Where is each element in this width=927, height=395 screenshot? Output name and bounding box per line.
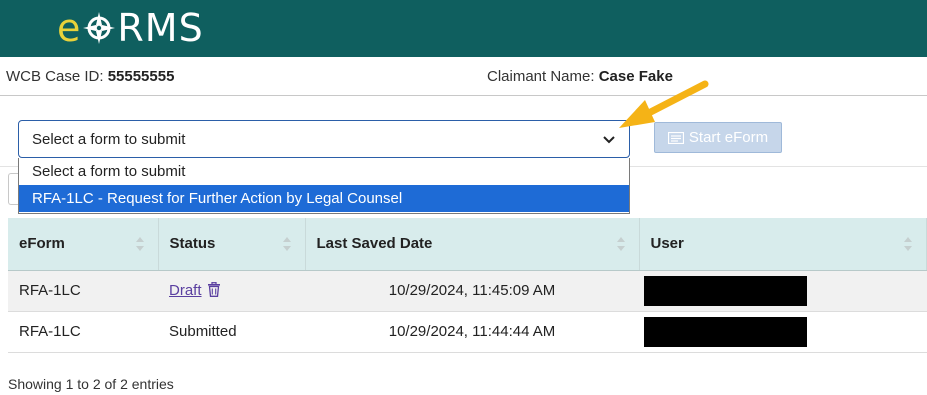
col-header-last-saved[interactable]: Last Saved Date xyxy=(305,218,640,271)
sort-icon xyxy=(135,237,144,251)
cell-eform: RFA-1LC xyxy=(8,311,158,353)
case-id-label: WCB Case ID: xyxy=(6,68,104,85)
trash-icon[interactable] xyxy=(207,282,221,297)
eforms-logo: e RMS xyxy=(57,6,204,50)
compass-icon xyxy=(83,12,116,44)
form-select-value: Select a form to submit xyxy=(32,131,186,148)
redacted-user xyxy=(644,316,807,347)
table-row: RFA-1LC Draft 10/29/2024, 11:45:09 AM xyxy=(8,270,927,312)
col-user-label: User xyxy=(650,235,684,253)
col-eform-label: eForm xyxy=(19,235,65,253)
case-id-value: 55555555 xyxy=(107,68,175,85)
sort-icon xyxy=(904,237,912,251)
app-header: e RMS xyxy=(0,0,927,57)
table-header-row: eForm Status Last Saved Date User xyxy=(8,218,927,271)
sort-icon xyxy=(282,237,291,251)
cell-user xyxy=(639,270,927,312)
form-select[interactable]: Select a form to submit xyxy=(18,120,630,158)
cell-eform: RFA-1LC xyxy=(8,270,158,312)
claimant-label: Claimant Name: xyxy=(487,68,595,85)
form-option-rfa-1lc[interactable]: RFA-1LC - Request for Further Action by … xyxy=(19,185,629,212)
draft-link[interactable]: Draft xyxy=(169,282,202,299)
cell-last-saved: 10/29/2024, 11:44:44 AM xyxy=(305,311,639,353)
col-header-eform[interactable]: eForm xyxy=(8,218,159,271)
form-select-dropdown: Select a form to submit RFA-1LC - Reques… xyxy=(18,158,630,214)
logo-e: e xyxy=(57,6,82,50)
cell-user xyxy=(639,311,927,353)
col-last-saved-label: Last Saved Date xyxy=(316,235,433,253)
table-row: RFA-1LC Submitted 10/29/2024, 11:44:44 A… xyxy=(8,311,927,353)
redacted-user xyxy=(644,275,807,306)
logo-rms: RMS xyxy=(117,6,204,50)
col-status-label: Status xyxy=(169,235,216,253)
form-option-placeholder[interactable]: Select a form to submit xyxy=(19,158,629,185)
case-info-bar: WCB Case ID: 55555555 Claimant Name: Cas… xyxy=(0,57,927,96)
eforms-table: eForm Status Last Saved Date User RFA-1L… xyxy=(8,218,927,353)
col-header-status[interactable]: Status xyxy=(158,218,306,271)
col-header-user[interactable]: User xyxy=(639,218,927,271)
sort-icon xyxy=(616,237,625,251)
table-info: Showing 1 to 2 of 2 entries xyxy=(8,376,174,392)
case-id: WCB Case ID: 55555555 xyxy=(6,68,174,85)
annotation-arrow-icon xyxy=(619,80,709,128)
cell-last-saved: 10/29/2024, 11:45:09 AM xyxy=(305,270,639,312)
cell-status: Submitted xyxy=(158,311,305,353)
cell-status: Draft xyxy=(158,270,305,312)
